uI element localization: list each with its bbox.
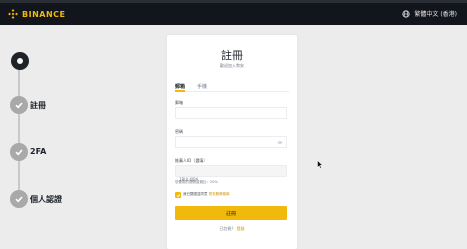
current-step-dot [15, 56, 25, 66]
step-label-identity: 個人認證 [30, 195, 62, 204]
step-indicator-register [10, 96, 28, 114]
email-label: 郵箱 [175, 100, 183, 105]
password-field[interactable] [175, 136, 287, 156]
active-tab-indicator [175, 90, 185, 92]
eye-icon[interactable] [277, 140, 283, 145]
tab-divider [175, 90, 289, 92]
registration-method-tabs: 郵箱 手機 [175, 83, 207, 90]
step-label-register: 註冊 [30, 101, 46, 110]
brand-name: BINANCE [22, 9, 66, 19]
email-input[interactable] [176, 116, 286, 127]
top-navigation-bar: BINANCE 繁體中文 (香港) [0, 0, 467, 25]
checkmark-icon [15, 149, 23, 156]
terms-prefix: 我已閱讀並同意 [183, 192, 209, 196]
login-link[interactable]: 登錄 [237, 226, 245, 231]
email-field[interactable] [175, 107, 287, 127]
language-label: 繁體中文 (香港) [414, 11, 457, 18]
page-subtitle: 歡迎加入幣安 [220, 63, 244, 68]
password-label: 密碼 [175, 129, 183, 134]
mouse-cursor-icon [317, 160, 323, 169]
terms-text: 我已閱讀並同意 幣安服務條款 [183, 192, 230, 197]
brand-logo[interactable]: BINANCE [8, 9, 66, 19]
password-input[interactable] [176, 145, 286, 156]
terms-agreement: 我已閱讀並同意 幣安服務條款 [175, 192, 289, 198]
browser-tab-strip [0, 0, 467, 3]
tab-email[interactable]: 郵箱 [175, 83, 185, 90]
login-prompt: 已註冊？ 登錄 [167, 226, 297, 232]
tab-phone[interactable]: 手機 [197, 83, 207, 90]
terms-checkbox[interactable] [175, 192, 181, 198]
globe-icon [402, 9, 411, 18]
referral-label: 推薦人ID（選填） [175, 158, 208, 163]
step-indicator-current [11, 52, 29, 70]
binance-logo-icon [8, 9, 18, 19]
checkmark-icon [176, 193, 180, 197]
login-prompt-text: 已註冊？ [219, 226, 236, 231]
checkmark-icon [15, 102, 23, 109]
language-selector[interactable]: 繁體中文 (香港) [402, 9, 457, 18]
register-button[interactable]: 註冊 [175, 206, 287, 220]
referral-field[interactable] [175, 165, 287, 185]
registration-stepper: 註冊 2FA 個人認證 [10, 52, 70, 212]
terms-link[interactable]: 幣安服務條款 [209, 192, 230, 196]
step-label-2fa: 2FA [30, 147, 47, 156]
step-indicator-identity [10, 190, 28, 208]
step-indicator-2fa [10, 143, 28, 161]
checkmark-icon [15, 196, 23, 203]
referral-hint: 您使用的邀請返佣比：20% [175, 180, 218, 184]
registration-card: 註冊 歡迎加入幣安 郵箱 手機 郵箱 密碼 推薦人ID（選填） 您使用的邀請返佣… [167, 35, 297, 249]
page-title: 註冊 [221, 49, 243, 62]
stepper-line [18, 64, 20, 204]
